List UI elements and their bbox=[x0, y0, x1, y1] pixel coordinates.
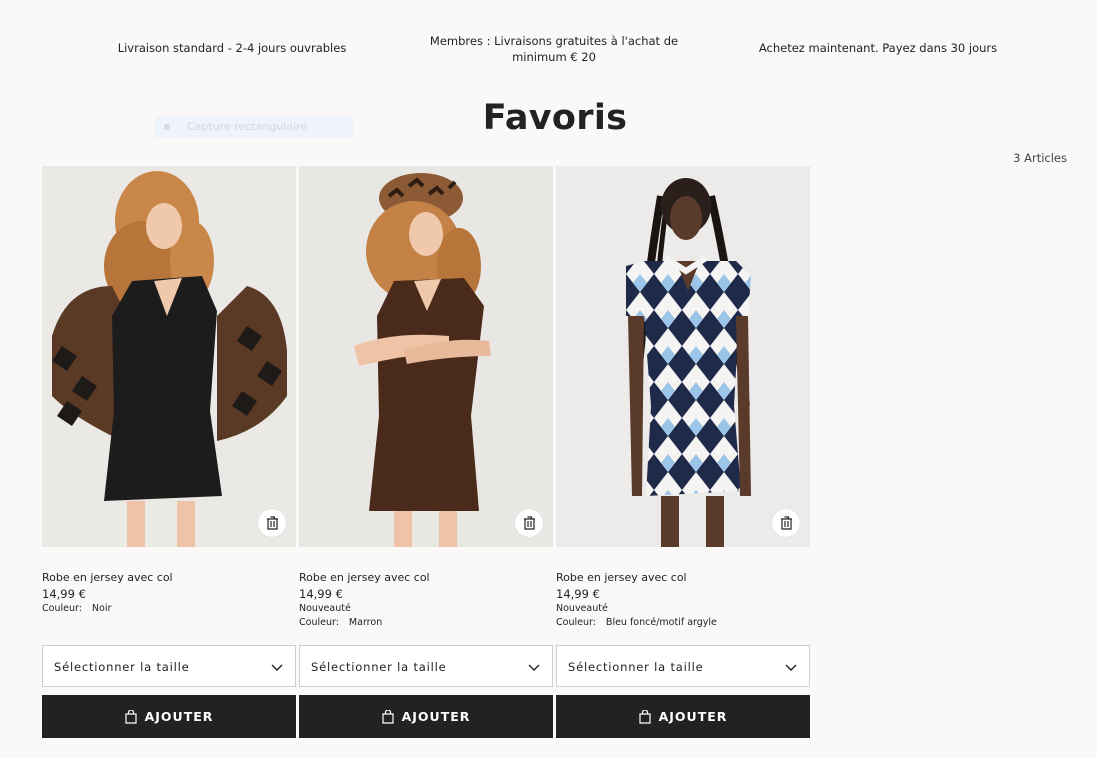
shopping-bag-icon bbox=[381, 709, 394, 724]
product-image[interactable] bbox=[299, 166, 553, 547]
chevron-down-icon bbox=[528, 661, 540, 675]
size-placeholder: Sélectionner la taille bbox=[54, 660, 190, 674]
product-new-tag: Nouveauté bbox=[299, 603, 351, 614]
add-label: AJOUTER bbox=[401, 709, 471, 724]
product-name[interactable]: Robe en jersey avec col bbox=[42, 570, 173, 586]
product-card: Robe en jersey avec col 14,99 € Nouveaut… bbox=[556, 166, 810, 738]
promo-bar: Livraison standard - 2-4 jours ouvrables… bbox=[0, 26, 1097, 72]
size-select[interactable]: Sélectionner la taille bbox=[556, 645, 810, 687]
chevron-down-icon bbox=[785, 661, 797, 675]
promo-pay-later[interactable]: Achetez maintenant. Payez dans 30 jours bbox=[758, 40, 998, 56]
product-card: Robe en jersey avec col 14,99 € Nouveaut… bbox=[299, 166, 553, 738]
product-price: 14,99 € bbox=[42, 587, 86, 601]
promo-members[interactable]: Membres : Livraisons gratuites à l'achat… bbox=[404, 33, 704, 65]
product-price: 14,99 € bbox=[299, 587, 343, 601]
product-name[interactable]: Robe en jersey avec col bbox=[556, 570, 717, 586]
add-to-bag-button[interactable]: AJOUTER bbox=[299, 695, 553, 738]
size-select[interactable]: Sélectionner la taille bbox=[299, 645, 553, 687]
size-placeholder: Sélectionner la taille bbox=[568, 660, 704, 674]
product-image[interactable] bbox=[42, 166, 296, 547]
page-title: Favoris bbox=[482, 98, 628, 138]
product-name[interactable]: Robe en jersey avec col bbox=[299, 570, 430, 586]
color-value: Noir bbox=[91, 603, 112, 614]
trash-icon bbox=[780, 516, 793, 530]
add-to-bag-button[interactable]: AJOUTER bbox=[556, 695, 810, 738]
product-color: Couleur: Bleu foncé/motif argyle bbox=[556, 616, 717, 630]
add-label: AJOUTER bbox=[144, 709, 214, 724]
remove-favorite-button[interactable] bbox=[258, 509, 286, 537]
product-info: Robe en jersey avec col 14,99 € Nouveaut… bbox=[299, 570, 430, 630]
shopping-bag-icon bbox=[638, 709, 651, 724]
trash-icon bbox=[266, 516, 279, 530]
product-info: Robe en jersey avec col 14,99 € Couleur:… bbox=[42, 570, 173, 616]
product-color: Couleur: Marron bbox=[299, 616, 430, 630]
color-label: Couleur: bbox=[42, 603, 82, 614]
product-card: Robe en jersey avec col 14,99 € Couleur:… bbox=[42, 166, 296, 738]
color-label: Couleur: bbox=[299, 617, 339, 628]
promo-shipping[interactable]: Livraison standard - 2-4 jours ouvrables bbox=[116, 40, 348, 56]
add-to-bag-button[interactable]: AJOUTER bbox=[42, 695, 296, 738]
product-image[interactable] bbox=[556, 166, 810, 547]
shopping-bag-icon bbox=[124, 709, 137, 724]
remove-favorite-button[interactable] bbox=[515, 509, 543, 537]
article-count: 3 Articles bbox=[1013, 151, 1067, 165]
product-price: 14,99 € bbox=[556, 587, 600, 601]
product-new-tag: Nouveauté bbox=[556, 603, 608, 614]
remove-favorite-button[interactable] bbox=[772, 509, 800, 537]
size-select[interactable]: Sélectionner la taille bbox=[42, 645, 296, 687]
trash-icon bbox=[523, 516, 536, 530]
product-color: Couleur: Noir bbox=[42, 602, 173, 616]
color-value: Marron bbox=[348, 617, 383, 628]
chevron-down-icon bbox=[271, 661, 283, 675]
add-label: AJOUTER bbox=[658, 709, 728, 724]
product-info: Robe en jersey avec col 14,99 € Nouveaut… bbox=[556, 570, 717, 630]
color-value: Bleu foncé/motif argyle bbox=[605, 617, 717, 628]
size-placeholder: Sélectionner la taille bbox=[311, 660, 447, 674]
color-label: Couleur: bbox=[556, 617, 596, 628]
